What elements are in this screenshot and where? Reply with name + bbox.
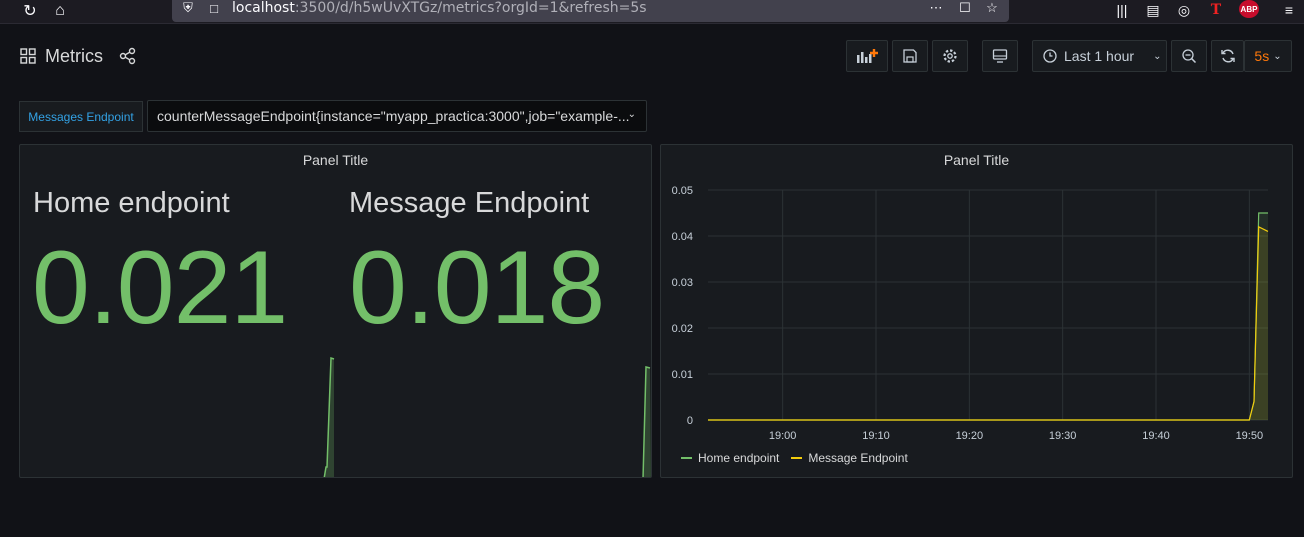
zoom-out-button[interactable]	[1171, 40, 1207, 72]
x-tick-label: 19:50	[1236, 430, 1264, 442]
x-tick-label: 19:10	[862, 430, 890, 442]
legend-label: Message Endpoint	[808, 451, 908, 465]
account-icon[interactable]: ◎	[1173, 0, 1195, 20]
time-series-chart[interactable]: 0 0.01 0.02 0.03 0.04 0.05 19:00 19:10 19:20 19:3…	[661, 145, 1293, 478]
variable-label: Messages Endpoint	[19, 101, 143, 132]
y-tick-label: 0.03	[672, 277, 693, 289]
gear-icon	[943, 49, 957, 63]
series-area-0	[708, 213, 1268, 420]
extension-t-icon[interactable]: T	[1205, 0, 1227, 20]
y-tick-label: 0.05	[672, 185, 693, 197]
legend-swatch	[791, 457, 803, 459]
y-tick-label: 0.01	[672, 369, 693, 381]
url-bar[interactable]: ⛨ □ localhost:3500/d/h5wUvXTGz/metrics?o…	[172, 0, 1009, 22]
stat-panel[interactable]: Panel Title Home endpoint 0.021 Message …	[19, 144, 652, 478]
legend-label: Home endpoint	[698, 451, 780, 465]
dashboard-grid-icon	[20, 48, 36, 64]
series-line-1	[708, 225, 1269, 421]
shield-icon[interactable]: ⛨	[180, 0, 196, 16]
chevron-down-icon: ⌄	[627, 109, 636, 120]
time-range-label: Last 1 hour	[1064, 48, 1135, 64]
library-icon[interactable]: |||	[1111, 0, 1133, 20]
stat-value-home: 0.021	[32, 230, 288, 346]
dashboard-title[interactable]: Metrics	[45, 46, 103, 67]
browser-toolbar: ↻ ⌂ ⛨ □ localhost:3500/d/h5wUvXTGz/metri…	[0, 0, 1304, 24]
chart-legend: Home endpoint Message Endpoint	[681, 451, 908, 465]
time-range-picker[interactable]: Last 1 hour ⌄	[1032, 40, 1167, 72]
cycle-view-mode-button[interactable]	[982, 40, 1018, 72]
zoom-out-icon	[1182, 49, 1197, 64]
url-text[interactable]: localhost:3500/d/h5wUvXTGz/metrics?orgId…	[232, 0, 647, 16]
y-tick-label: 0.04	[672, 231, 693, 243]
add-panel-button[interactable]	[846, 40, 888, 72]
refresh-icon	[1220, 49, 1235, 63]
sidebar-icon[interactable]: ▤	[1142, 0, 1164, 20]
save-dashboard-button[interactable]	[892, 40, 928, 72]
stat-name-home: Home endpoint	[33, 187, 230, 219]
refresh-button[interactable]	[1211, 40, 1244, 72]
url-path: :3500/d/h5wUvXTGz/metrics?orgId=1&refres…	[294, 0, 647, 16]
reload-icon[interactable]: ↻	[18, 0, 42, 22]
y-tick-label: 0.02	[672, 323, 693, 335]
legend-item[interactable]: Home endpoint	[681, 451, 779, 465]
save-icon	[903, 49, 917, 63]
stat-value-message: 0.018	[349, 230, 605, 346]
refresh-interval-picker[interactable]: 5s ⌄	[1244, 40, 1292, 72]
page-icon[interactable]: □	[206, 0, 222, 16]
settings-button[interactable]	[932, 40, 968, 72]
share-icon[interactable]	[119, 47, 137, 65]
variable-select[interactable]: counterMessageEndpoint{instance="myapp_p…	[147, 100, 647, 132]
graph-panel[interactable]: Panel Title 0 0.01 0.02 0.03 0.04 0.05 19:00 19…	[660, 144, 1293, 478]
y-tick-label: 0	[687, 415, 693, 427]
url-host: localhost	[232, 0, 295, 16]
legend-item[interactable]: Message Endpoint	[791, 451, 908, 465]
more-actions-icon[interactable]: ⋯	[928, 0, 944, 16]
bookmark-star-icon[interactable]: ☆	[984, 0, 1000, 16]
chevron-down-icon: ⌄	[1153, 50, 1162, 62]
x-tick-label: 19:40	[1142, 430, 1170, 442]
adblock-icon[interactable]: ABP	[1239, 0, 1259, 18]
pocket-icon[interactable]: ☐	[957, 0, 973, 16]
add-panel-icon	[857, 49, 878, 63]
monitor-icon	[992, 49, 1008, 63]
home-icon[interactable]: ⌂	[48, 0, 72, 22]
clock-icon	[1043, 49, 1057, 63]
legend-swatch	[681, 457, 692, 459]
menu-icon[interactable]: ≡	[1278, 0, 1300, 20]
refresh-interval-label: 5s	[1254, 48, 1270, 64]
series-area-1	[708, 226, 1268, 420]
x-tick-label: 19:00	[769, 430, 797, 442]
x-tick-label: 19:30	[1049, 430, 1077, 442]
series-line-0	[708, 212, 1268, 421]
stat-name-message: Message Endpoint	[349, 187, 590, 219]
chevron-down-icon: ⌄	[1273, 50, 1282, 62]
x-tick-label: 19:20	[956, 430, 984, 442]
variable-value: counterMessageEndpoint{instance="myapp_p…	[157, 108, 630, 124]
